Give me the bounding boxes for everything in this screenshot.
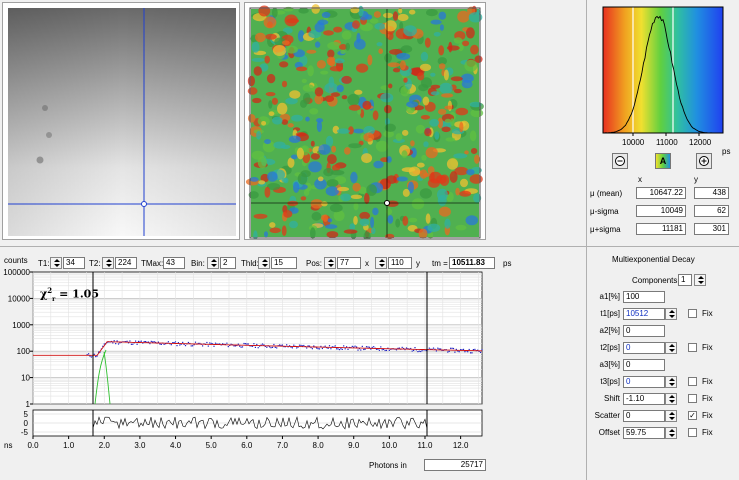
fix-checkbox[interactable] (688, 377, 697, 386)
counts-label: counts (4, 256, 28, 265)
y-tick-label: 10000 (8, 294, 31, 303)
param-field[interactable]: 10512 (623, 308, 665, 320)
stat-mean-y: 438 (694, 187, 729, 199)
residual-tick-label: 5 (24, 410, 29, 419)
param-label: Scatter (594, 411, 620, 420)
fix-checkbox[interactable] (688, 343, 697, 352)
y-tick-label: 1 (26, 400, 31, 409)
intensity-image-panel (2, 2, 240, 240)
param-field[interactable]: 0 (623, 325, 665, 337)
fix-checkbox[interactable] (688, 309, 697, 318)
fix-label: Fix (702, 411, 713, 420)
param-label: Offset (598, 428, 620, 437)
stat-mean-x: 10647.22 (636, 187, 686, 199)
fix-label: Fix (702, 428, 713, 437)
param-field[interactable]: 100 (623, 291, 665, 303)
fix-label: Fix (702, 377, 713, 386)
photons-in-label: Photons in (369, 461, 407, 470)
hist-tick-10000: 10000 (622, 138, 645, 147)
lifetime-histogram[interactable] (596, 2, 736, 152)
param-label: t3[ps] (600, 377, 620, 386)
x-tick-label: 6.0 (241, 441, 253, 450)
stat-label-minus-sigma: μ-sigma (590, 207, 619, 216)
param-label: t1[ps] (600, 309, 620, 318)
x-tick-label: 8.0 (313, 441, 325, 450)
x-tick-label: 12.0 (453, 441, 469, 450)
x-unit-label: ns (4, 441, 12, 450)
chi-square-label: χ2r = 1.05 (40, 286, 99, 303)
param-field[interactable]: 0 (623, 410, 665, 422)
hist-tick-11000: 11000 (656, 138, 678, 147)
intensity-image[interactable] (3, 3, 239, 239)
param-label: a3[%] (599, 360, 620, 369)
stats-col-y: y (694, 175, 698, 184)
x-tick-label: 7.0 (277, 441, 289, 450)
fix-checkbox[interactable] (688, 428, 697, 437)
param-label: t2[ps] (600, 343, 620, 352)
param-spinner[interactable] (665, 308, 677, 320)
fix-label: Fix (702, 309, 713, 318)
stats-col-x: x (638, 175, 642, 184)
zoom-in-icon[interactable] (696, 153, 712, 169)
y-tick-label: 10 (21, 374, 30, 383)
x-tick-label: 10.0 (382, 441, 398, 450)
flim-image-panel (244, 2, 486, 240)
fix-label: Fix (702, 394, 713, 403)
auto-scale-icon[interactable]: A (655, 153, 671, 169)
param-spinner[interactable] (665, 376, 677, 388)
photons-in-field: 25717 (424, 459, 486, 471)
tm-unit: ps (503, 259, 512, 268)
x-tick-label: 11.0 (417, 441, 433, 450)
param-label: a1[%] (599, 292, 620, 301)
stat-label-mean: μ (mean) (590, 189, 623, 198)
x-tick-label: 9.0 (348, 441, 360, 450)
x-tick-label: 0.0 (27, 441, 39, 450)
components-field[interactable]: 1 (678, 274, 692, 286)
x-tick-label: 2.0 (99, 441, 111, 450)
param-spinner[interactable] (665, 410, 677, 422)
residual-tick-label: 0 (24, 419, 29, 428)
y-tick-label: 100000 (3, 268, 30, 277)
param-field[interactable]: -1.10 (623, 393, 665, 405)
x-tick-label: 3.0 (134, 441, 146, 450)
zoom-out-icon[interactable] (612, 153, 628, 169)
flim-image[interactable] (245, 3, 485, 239)
components-label: Components: (632, 276, 680, 285)
stat-minus-sigma-y: 62 (694, 205, 729, 217)
param-label: Shift (603, 394, 620, 403)
param-field[interactable]: 0 (623, 359, 665, 371)
param-spinner[interactable] (665, 427, 677, 439)
param-field[interactable]: 0 (623, 342, 665, 354)
stat-plus-sigma-x: 11181 (636, 223, 686, 235)
stat-plus-sigma-y: 301 (694, 223, 729, 235)
param-spinner[interactable] (665, 342, 677, 354)
y-tick-label: 1000 (12, 321, 30, 330)
fix-checkbox[interactable] (688, 394, 697, 403)
y-tick-label: 100 (17, 347, 31, 356)
x-tick-label: 5.0 (206, 441, 218, 450)
components-spinner[interactable] (694, 274, 706, 286)
stat-label-plus-sigma: μ+sigma (590, 225, 621, 234)
fix-label: Fix (702, 343, 713, 352)
residual-tick-label: -5 (21, 428, 29, 437)
fix-checkbox[interactable]: ✓ (688, 411, 697, 420)
hist-tick-12000: 12000 (689, 138, 712, 147)
param-spinner[interactable] (665, 393, 677, 405)
fit-panel-title: Multiexponential Decay (612, 255, 695, 264)
hist-unit: ps (722, 147, 731, 156)
x-tick-label: 4.0 (170, 441, 182, 450)
x-tick-label: 1.0 (63, 441, 75, 450)
param-field[interactable]: 59.75 (623, 427, 665, 439)
stat-minus-sigma-x: 10049 (636, 205, 686, 217)
param-label: a2[%] (599, 326, 620, 335)
param-field[interactable]: 0 (623, 376, 665, 388)
